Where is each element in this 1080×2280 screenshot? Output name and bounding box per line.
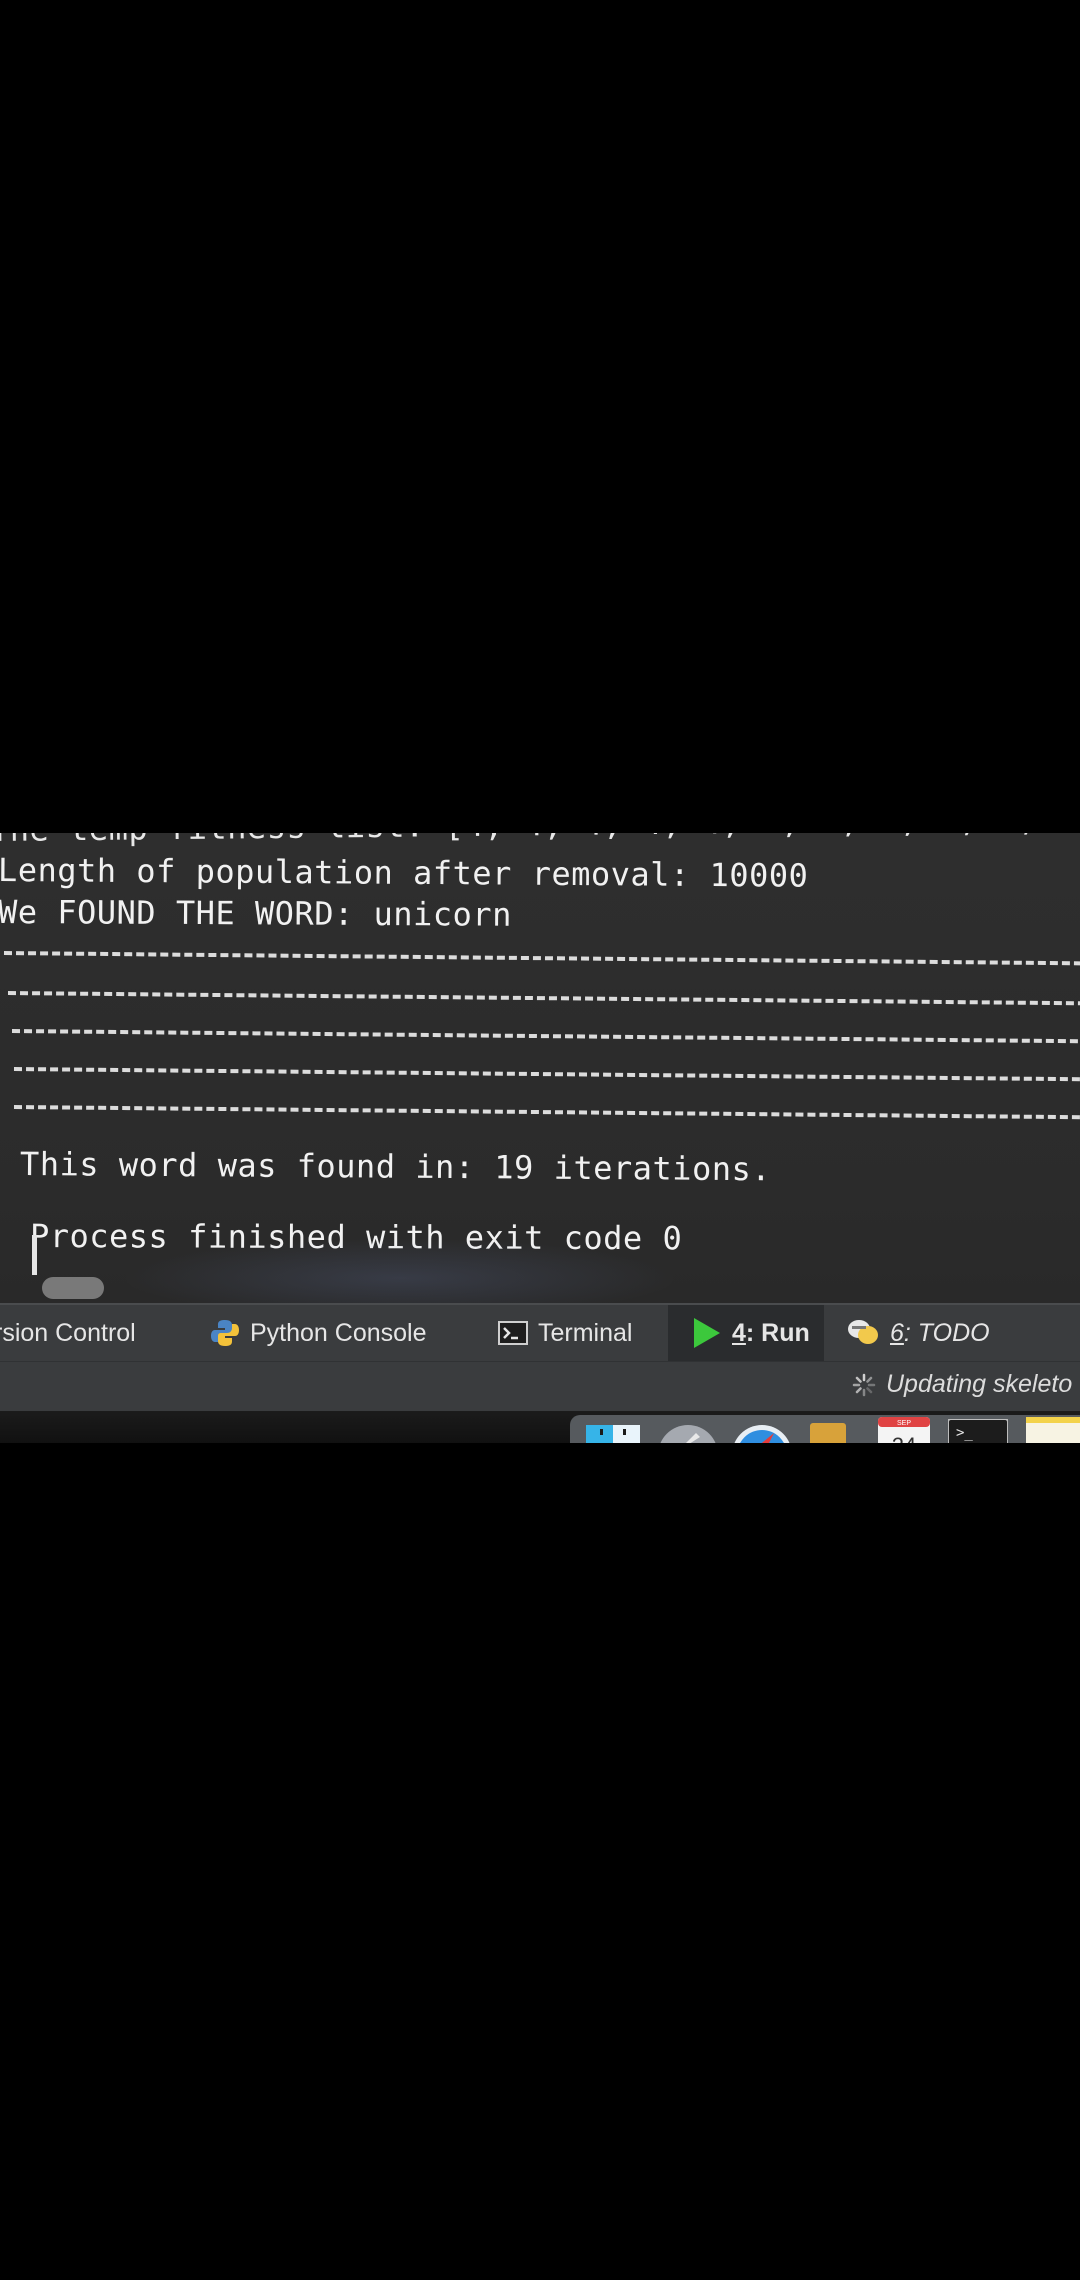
terminal-app-icon[interactable]: >_	[947, 1418, 1009, 1443]
spinner-icon	[852, 1373, 876, 1397]
calendar-day: 24	[892, 1433, 916, 1443]
tab-run[interactable]: 4: Run	[668, 1305, 824, 1361]
stickies-icon[interactable]	[1026, 1417, 1080, 1443]
console-separator	[13, 1067, 1080, 1082]
notes-icon[interactable]	[810, 1423, 846, 1443]
status-message: Updating skeleto	[852, 1370, 1072, 1399]
console-partial-line: The temp fitness list: [4, 4, 4, 4, 4, 4…	[0, 833, 1080, 849]
tab-python-console-label: Python Console	[250, 1318, 427, 1347]
terminal-icon	[498, 1321, 528, 1345]
tab-python-console[interactable]: Python Console	[210, 1305, 427, 1361]
tool-window-bar: rsion Control Python Console Terminal 4 …	[0, 1303, 1080, 1363]
svg-text:>_: >_	[956, 1425, 973, 1441]
safari-icon[interactable]	[730, 1423, 794, 1443]
status-message-text: Updating skeleto	[886, 1370, 1073, 1398]
finder-icon[interactable]	[586, 1423, 640, 1443]
tab-version-control-label: rsion Control	[0, 1318, 136, 1347]
console-separator	[13, 1105, 1080, 1120]
tab-run-label: : Run	[745, 1318, 810, 1347]
mouse-pointer-blur	[42, 1277, 104, 1299]
todo-icon	[846, 1318, 880, 1348]
run-icon	[692, 1317, 722, 1349]
tab-version-control[interactable]: rsion Control	[0, 1305, 136, 1361]
photo-of-monitor: The temp fitness list: [4, 4, 4, 4, 4, 4…	[0, 833, 1080, 1443]
tab-todo[interactable]: 6: TODO	[846, 1305, 990, 1361]
mac-dock: SEP 24 >_	[0, 1411, 1080, 1443]
tab-terminal-label: Terminal	[538, 1318, 633, 1347]
calendar-icon[interactable]: SEP 24	[878, 1417, 930, 1443]
tab-todo-label: : TODO	[903, 1318, 990, 1347]
console-line-iterations: This word was found in: 19 iterations.	[19, 1145, 772, 1189]
tab-run-number: 4	[732, 1318, 746, 1347]
python-icon	[210, 1318, 240, 1348]
run-console-output: The temp fitness list: [4, 4, 4, 4, 4, 4…	[0, 833, 1080, 1318]
status-bar: Updating skeleto	[0, 1361, 1080, 1412]
console-separator	[11, 1029, 1080, 1044]
calendar-month: SEP	[897, 1420, 911, 1427]
console-line-population: Length of population after removal: 1000…	[0, 851, 809, 895]
console-separator	[7, 991, 1080, 1006]
tab-todo-number: 6	[890, 1318, 904, 1347]
console-line-found-word: We FOUND THE WORD: unicorn	[0, 893, 512, 934]
text-cursor[interactable]	[32, 1235, 37, 1275]
tab-terminal[interactable]: Terminal	[498, 1305, 632, 1361]
console-separator	[3, 951, 1080, 966]
launchpad-icon[interactable]	[656, 1423, 720, 1443]
